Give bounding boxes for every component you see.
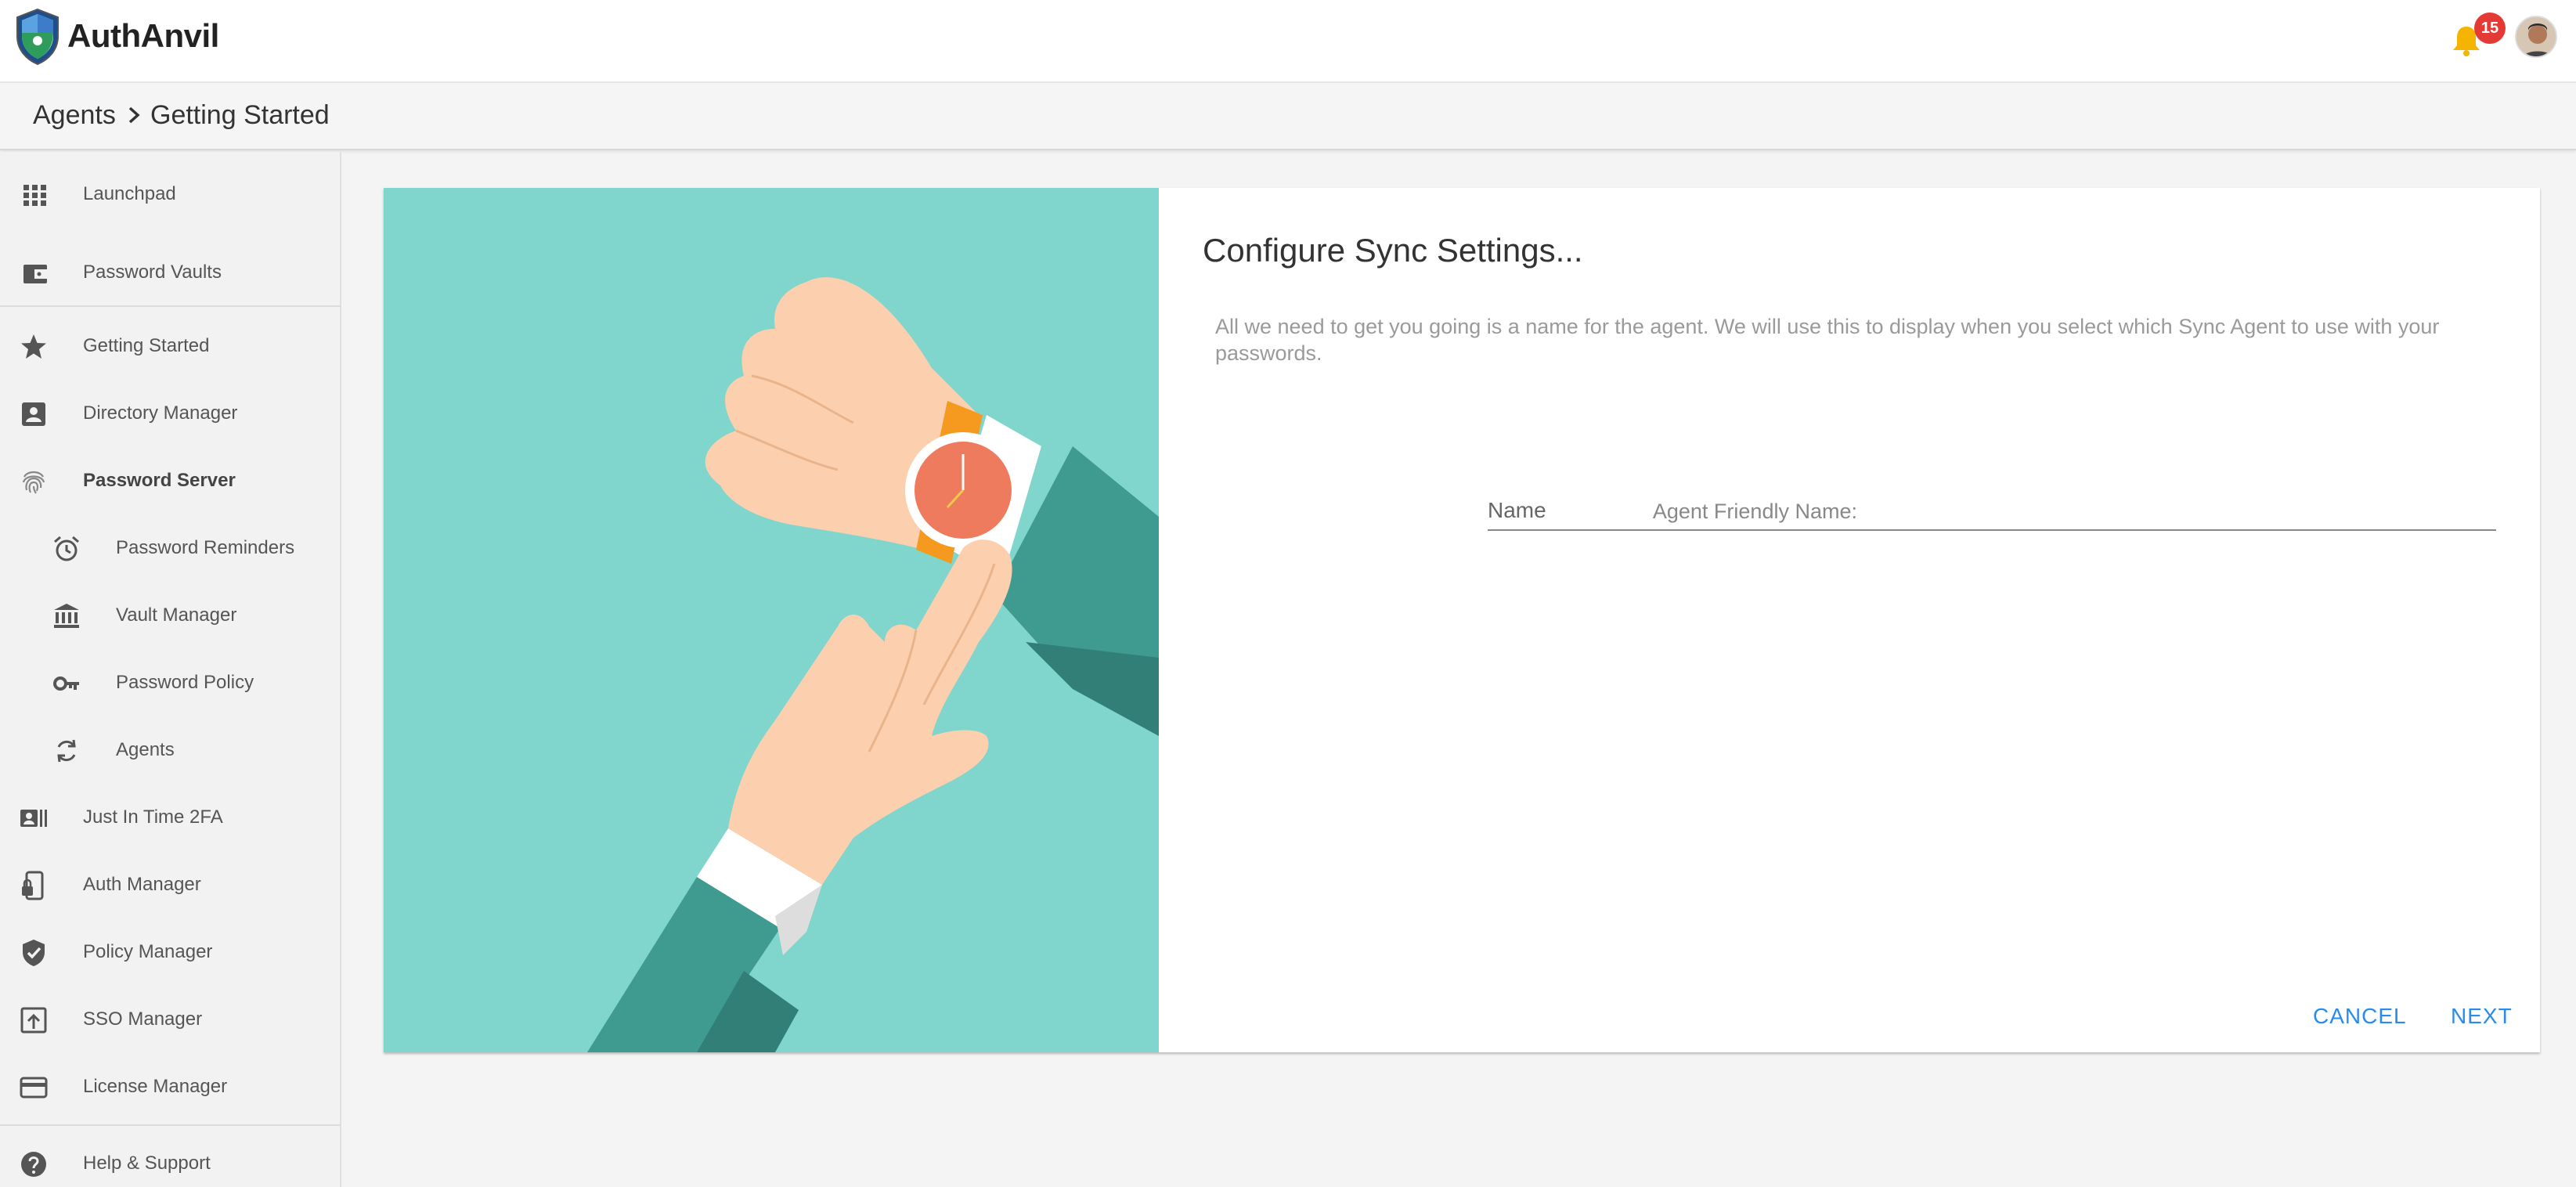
- breadcrumb-item-getting-started: Getting Started: [150, 100, 330, 130]
- notification-count-badge[interactable]: 15: [2474, 13, 2506, 44]
- card-title: Configure Sync Settings...: [1203, 232, 1583, 269]
- sidebar-item-license-manager[interactable]: License Manager: [0, 1059, 341, 1117]
- breadcrumb-item-agents[interactable]: Agents: [33, 100, 116, 131]
- badge-icon: [20, 810, 47, 827]
- sidebar-item-sso-manager[interactable]: SSO Manager: [0, 991, 341, 1049]
- sidebar-item-password-policy[interactable]: Password Policy: [0, 655, 341, 713]
- key-icon: [53, 676, 79, 691]
- wristwatch-illustration: [384, 188, 1159, 1052]
- wallet-icon: [23, 265, 47, 283]
- sidebar-item-launchpad[interactable]: Launchpad: [0, 166, 341, 224]
- sidebar-item-label: Agents: [116, 739, 175, 760]
- sidebar-divider: [0, 305, 341, 307]
- grid-icon: [23, 185, 46, 206]
- sidebar-item-label: Just In Time 2FA: [83, 806, 223, 828]
- sidebar-item-label: Vault Manager: [116, 604, 237, 626]
- sidebar: Launchpad Password Vaults Getting Starte…: [0, 152, 341, 1187]
- alarm-icon: [54, 536, 79, 561]
- sidebar-item-password-server[interactable]: Password Server: [0, 453, 341, 511]
- sidebar-item-label: Auth Manager: [83, 874, 201, 895]
- star-icon: [21, 334, 46, 359]
- sidebar-item-auth-manager[interactable]: Auth Manager: [0, 857, 341, 915]
- breadcrumb: Agents Getting Started: [0, 85, 2576, 150]
- next-button[interactable]: NEXT: [2451, 1004, 2513, 1029]
- sidebar-divider: [0, 1124, 341, 1126]
- sidebar-item-agents[interactable]: Agents: [0, 722, 341, 780]
- help-icon: [21, 1152, 46, 1177]
- chevron-right-icon: [128, 106, 140, 124]
- cancel-button[interactable]: CANCEL: [2313, 1004, 2407, 1029]
- sidebar-item-label: Password Reminders: [116, 537, 295, 558]
- sidebar-item-getting-started[interactable]: Getting Started: [0, 318, 341, 376]
- authanvil-logo[interactable]: [13, 6, 63, 66]
- sidebar-item-help-support[interactable]: Help & Support: [0, 1135, 341, 1187]
- sidebar-item-directory-manager[interactable]: Directory Manager: [0, 385, 341, 443]
- sync-icon: [57, 739, 76, 763]
- sidebar-item-label: Password Policy: [116, 672, 254, 693]
- agent-friendly-name-input[interactable]: [1488, 492, 2496, 531]
- sidebar-item-label: SSO Manager: [83, 1008, 203, 1030]
- sidebar-item-policy-manager[interactable]: Policy Manager: [0, 924, 341, 982]
- configure-sync-card: Configure Sync Settings... All we need t…: [384, 188, 2540, 1052]
- sidebar-item-label: Launchpad: [83, 183, 176, 204]
- sidebar-item-password-reminders[interactable]: Password Reminders: [0, 520, 341, 578]
- sidebar-item-label: Help & Support: [83, 1153, 211, 1174]
- contact-icon: [22, 402, 45, 426]
- fingerprint-icon: [22, 471, 45, 494]
- shield-check-icon: [23, 940, 45, 966]
- upload-box-icon: [20, 1007, 47, 1034]
- sidebar-item-label: Password Server: [83, 470, 236, 491]
- sidebar-item-password-vaults[interactable]: Password Vaults: [0, 244, 341, 302]
- brand-name: AuthAnvil: [67, 17, 219, 54]
- top-bar: AuthAnvil 15: [0, 0, 2576, 83]
- sidebar-item-label: Password Vaults: [83, 262, 222, 283]
- card-description: All we need to get you going is a name f…: [1215, 315, 2440, 365]
- sidebar-item-label: Getting Started: [83, 335, 210, 356]
- sidebar-item-just-in-time-2fa[interactable]: Just In Time 2FA: [0, 789, 341, 847]
- user-avatar[interactable]: [2515, 16, 2557, 58]
- sidebar-item-vault-manager[interactable]: Vault Manager: [0, 587, 341, 645]
- phone-lock-icon: [22, 871, 44, 900]
- sidebar-item-label: Policy Manager: [83, 941, 213, 962]
- credit-card-icon: [20, 1077, 48, 1099]
- bank-icon: [54, 604, 79, 628]
- sidebar-item-label: License Manager: [83, 1076, 228, 1097]
- sidebar-item-label: Directory Manager: [83, 402, 238, 424]
